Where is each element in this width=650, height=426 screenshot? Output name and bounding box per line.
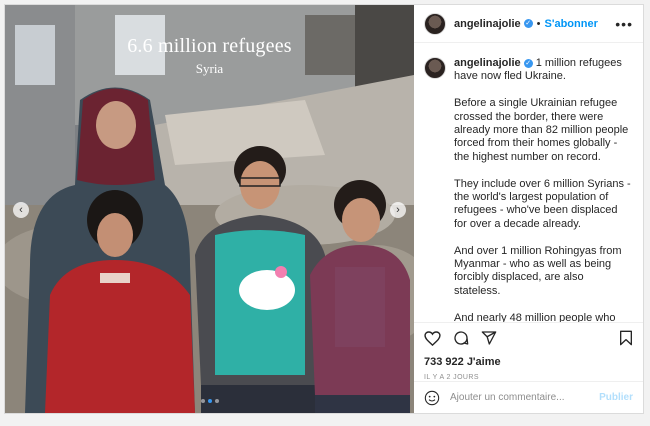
caption-paragraph: Before a single Ukrainian refugee crosse… [454, 97, 629, 163]
carousel-dot [200, 399, 205, 403]
chevron-left-icon: ‹ [19, 204, 23, 216]
post-header: angelinajolie ✓ • S'abonner ••• [414, 5, 643, 43]
avatar[interactable] [424, 57, 446, 79]
post-sidebar: angelinajolie ✓ • S'abonner ••• angelina… [414, 5, 643, 413]
verified-badge-icon: ✓ [523, 58, 533, 68]
share-icon[interactable] [481, 330, 497, 346]
post-caption: angelinajolie ✓ 1 million refugees have n… [414, 43, 643, 322]
post-timestamp[interactable]: IL Y A 2 JOURS [414, 368, 643, 381]
comment-input[interactable] [450, 392, 590, 403]
avatar[interactable] [424, 12, 446, 35]
emoji-icon[interactable] [424, 390, 440, 406]
carousel-indicator [200, 399, 219, 403]
post-media[interactable]: 6.6 million refugees Syria ‹ › [5, 5, 414, 413]
heart-icon[interactable] [424, 330, 441, 346]
verified-badge-icon: ✓ [523, 19, 533, 28]
chevron-right-icon: › [396, 204, 400, 216]
photo-title: 6.6 million refugees [127, 35, 292, 57]
more-options-icon[interactable]: ••• [615, 16, 633, 32]
action-bar [414, 322, 643, 352]
username-link[interactable]: angelinajolie [454, 18, 521, 30]
instagram-post: 6.6 million refugees Syria ‹ › angelinaj… [4, 4, 644, 414]
follow-button[interactable]: S'abonner [545, 18, 598, 30]
caption-username[interactable]: angelinajolie [454, 57, 521, 69]
carousel-dot [214, 399, 219, 403]
likes-count[interactable]: 733 922 J'aime [414, 352, 643, 368]
carousel-prev-button[interactable]: ‹ [13, 202, 29, 218]
separator-dot: • [536, 17, 541, 30]
bookmark-icon[interactable] [619, 330, 633, 346]
caption-paragraph: And over 1 million Rohingyas from Myanma… [454, 244, 622, 297]
carousel-dot-active [207, 399, 212, 403]
publish-button[interactable]: Publier [599, 392, 633, 403]
photo-subtitle: Syria [195, 61, 224, 76]
carousel-next-button[interactable]: › [390, 202, 406, 218]
comment-icon[interactable] [453, 330, 469, 346]
caption-paragraph: They include over 6 million Syrians - th… [454, 177, 631, 230]
caption-body: angelinajolie ✓ 1 million refugees have n… [454, 57, 633, 322]
caption-paragraph: And nearly 48 million people who have be… [454, 311, 616, 322]
comment-bar: Publier [414, 381, 643, 413]
